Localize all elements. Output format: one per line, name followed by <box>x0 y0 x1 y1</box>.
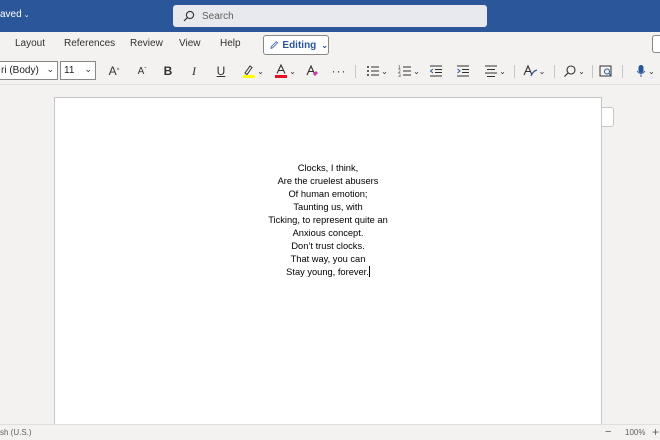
highlight-button[interactable]: ⌄ <box>240 62 266 80</box>
shrink-font-button[interactable]: Aˇ <box>134 62 150 80</box>
more-icon: ··· <box>331 64 347 78</box>
clear-formatting-button[interactable] <box>304 62 320 80</box>
numbering-icon: 123 <box>398 65 412 78</box>
save-status-label: aved <box>0 9 22 20</box>
comments-pane-tab[interactable] <box>602 107 614 127</box>
poem-last-line: Stay young, forever. <box>55 266 601 279</box>
ribbon-toolbar: ri (Body) ⌄ 11 ⌄ A ^ Aˇ B I U ⌄ ⌄ ··· ⌄ 1… <box>0 56 660 85</box>
zoom-out-button[interactable]: − <box>605 426 611 438</box>
zoom-in-button[interactable]: + <box>652 425 659 439</box>
tab-view[interactable]: View <box>179 38 201 49</box>
bold-button[interactable]: B <box>161 62 175 80</box>
chevron-down-icon: ⌄ <box>257 66 264 76</box>
numbering-button[interactable]: 123 ⌄ <box>396 62 422 80</box>
font-color-button[interactable]: ⌄ <box>272 62 298 80</box>
toolbar-divider <box>514 65 515 78</box>
tab-review[interactable]: Review <box>130 38 163 49</box>
font-size-select[interactable]: 11 ⌄ <box>60 61 96 80</box>
chevron-down-icon: ⌄ <box>499 66 506 76</box>
bullets-button[interactable]: ⌄ <box>364 62 390 80</box>
font-color-icon <box>275 64 288 78</box>
reuse-files-button[interactable] <box>598 62 614 80</box>
font-size-value: 11 <box>64 65 75 76</box>
shrink-font-icon: A <box>137 65 145 77</box>
font-name-select[interactable]: ri (Body) ⌄ <box>0 61 58 80</box>
chevron-down-icon: ⌄ <box>84 64 92 74</box>
toolbar-divider <box>554 65 555 78</box>
poem-line: Taunting us, with <box>293 202 363 212</box>
title-bar: aved ⌄ <box>0 0 660 32</box>
tab-layout[interactable]: Layout <box>15 38 45 49</box>
more-options-button[interactable]: ··· <box>331 62 347 80</box>
dictate-icon <box>636 65 646 77</box>
decrease-indent-button[interactable] <box>428 62 444 80</box>
italic-button[interactable]: I <box>187 62 201 80</box>
document-page[interactable]: Clocks, I think, Are the cruelest abuser… <box>54 97 602 437</box>
dictate-button[interactable]: ⌄ <box>630 62 660 80</box>
share-button[interactable] <box>652 35 660 53</box>
editing-mode-button[interactable]: Editing ⌄ <box>263 35 329 55</box>
document-canvas[interactable]: Clocks, I think, Are the cruelest abuser… <box>0 85 660 437</box>
increase-indent-icon <box>457 65 469 77</box>
search-icon <box>183 10 195 22</box>
poem-line: Clocks, I think, <box>297 163 359 173</box>
increase-indent-button[interactable] <box>455 62 471 80</box>
reuse-files-icon <box>599 65 612 77</box>
chevron-down-icon: ⌄ <box>321 40 328 50</box>
search-box[interactable] <box>173 5 487 27</box>
italic-icon: I <box>192 63 196 78</box>
clear-format-icon <box>306 64 318 76</box>
editing-mode-label: Editing <box>282 39 317 51</box>
toolbar-divider <box>592 65 593 78</box>
chevron-down-icon: ⌄ <box>413 66 420 76</box>
chevron-down-icon: ⌄ <box>23 12 30 19</box>
font-name-value: ri (Body) <box>1 65 39 76</box>
chevron-down-icon: ⌄ <box>381 66 388 76</box>
bullets-icon <box>367 66 380 76</box>
zoom-level[interactable]: 100% <box>625 428 645 437</box>
chevron-down-icon: ⌄ <box>538 66 546 76</box>
chevron-down-icon: ⌄ <box>289 66 296 76</box>
chevron-down-icon: ⌄ <box>46 64 54 74</box>
document-save-status[interactable]: aved ⌄ <box>0 9 30 20</box>
poem-text[interactable]: Clocks, I think, Are the cruelest abuser… <box>55 162 601 279</box>
find-icon <box>564 65 576 77</box>
poem-line: Stay young, forever. <box>286 267 369 277</box>
grow-font-icon: A <box>108 64 117 78</box>
toolbar-divider <box>355 65 356 78</box>
underline-button[interactable]: U <box>214 62 228 80</box>
grow-font-button[interactable]: A ^ <box>106 62 122 80</box>
tab-help[interactable]: Help <box>220 38 241 49</box>
language-indicator[interactable]: sh (U.S.) <box>0 428 32 437</box>
text-cursor <box>368 266 370 277</box>
svg-text:3: 3 <box>398 73 401 78</box>
ribbon-tabs: Layout References Review View Help <box>0 32 660 56</box>
find-button[interactable]: ⌄ <box>561 62 587 80</box>
poem-line: Of human emotion; <box>288 189 368 199</box>
align-button[interactable]: ⌄ <box>482 62 508 80</box>
highlight-icon <box>243 65 256 78</box>
poem-line: Anxious concept. <box>292 228 364 238</box>
bold-icon: B <box>163 64 173 78</box>
status-bar: sh (U.S.) − 100% + <box>0 424 660 440</box>
underline-icon: U <box>216 64 226 78</box>
chevron-down-icon: ⌄ <box>578 66 585 76</box>
chevron-down-icon: ⌄ <box>648 66 655 76</box>
poem-line: That way, you can <box>290 254 366 264</box>
poem-line: Are the cruelest abusers <box>277 176 379 186</box>
poem-line: Don’t trust clocks. <box>291 241 365 251</box>
toolbar-divider <box>622 65 623 78</box>
styles-button[interactable]: ⌄ <box>521 62 547 80</box>
decrease-indent-icon <box>429 65 442 77</box>
poem-line: Ticking, to represent quite an <box>268 215 388 225</box>
align-icon <box>485 65 498 77</box>
pencil-icon <box>270 41 279 49</box>
search-input[interactable] <box>202 10 462 22</box>
styles-icon <box>523 64 537 77</box>
tab-references[interactable]: References <box>64 38 115 49</box>
